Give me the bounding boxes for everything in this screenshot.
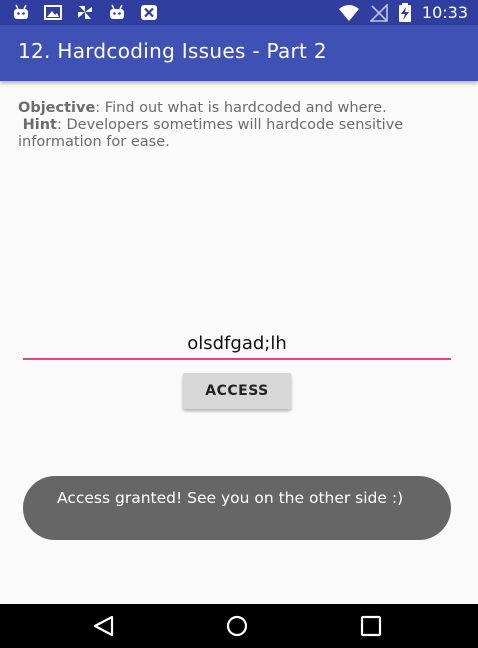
pinwheel-icon <box>78 6 92 19</box>
toast-message: Access granted! See you on the other sid… <box>23 476 451 540</box>
status-time: 10:33 <box>421 3 468 22</box>
android-robot-icon <box>14 4 28 19</box>
home-icon[interactable] <box>223 614 251 638</box>
no-sim-icon <box>369 3 388 22</box>
wifi-icon <box>338 4 359 21</box>
app-bar: 12. Hardcoding Issues - Part 2 <box>0 25 478 81</box>
status-bar: 10:33 <box>0 0 478 25</box>
objective-text: : Find out what is hardcoded and where. <box>95 100 387 116</box>
description-text: Objective: Find out what is hardcoded an… <box>18 100 464 151</box>
recent-apps-icon[interactable] <box>357 614 385 638</box>
hint-label: Hint <box>22 117 57 133</box>
battery-charging-icon <box>398 3 411 22</box>
app-title: 12. Hardcoding Issues - Part 2 <box>18 39 327 63</box>
image-icon <box>44 5 62 20</box>
access-button[interactable]: ACCESS <box>183 373 291 409</box>
android-robot-icon <box>110 4 124 19</box>
secret-input[interactable]: olsdfgad;lh <box>23 330 451 360</box>
close-box-icon <box>141 5 157 20</box>
navigation-bar <box>0 604 478 648</box>
back-icon[interactable] <box>90 614 118 638</box>
hint-text: : Developers sometimes will hardcode sen… <box>18 117 404 150</box>
objective-label: Objective <box>18 100 96 116</box>
toast-text: Access granted! See you on the other sid… <box>57 489 404 507</box>
secret-input-value[interactable]: olsdfgad;lh <box>23 330 451 358</box>
